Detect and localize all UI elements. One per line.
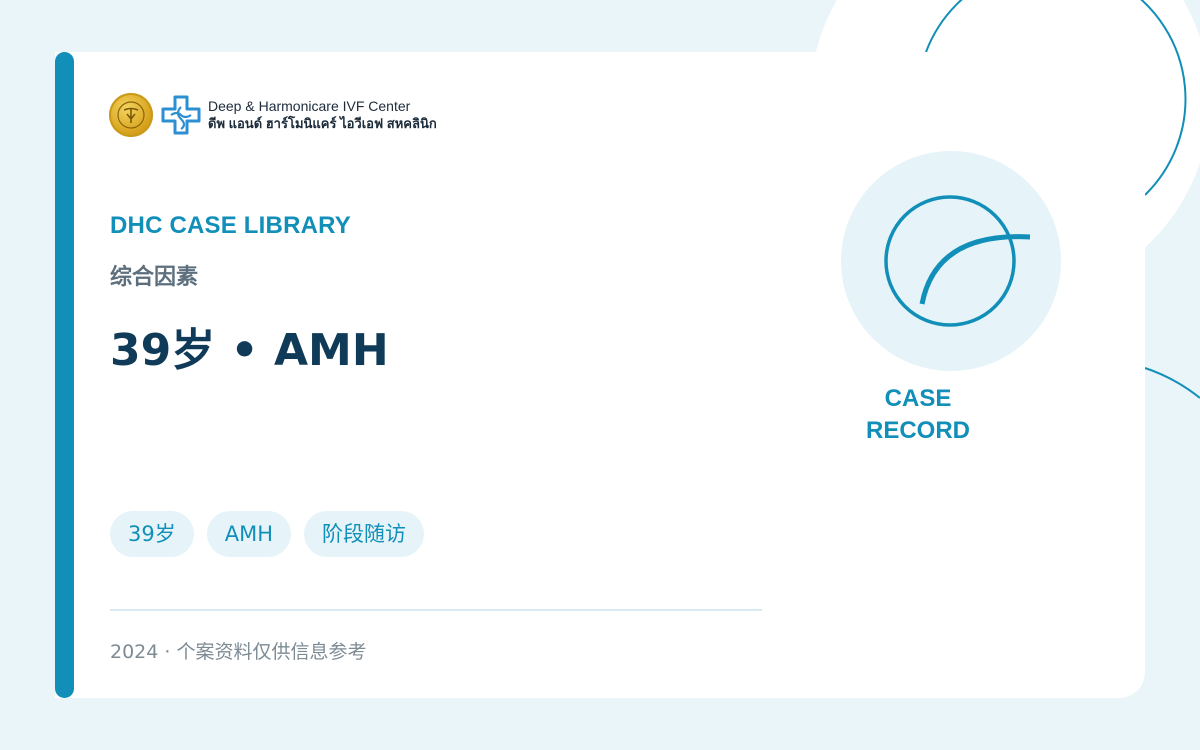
circle-arc-icon	[841, 151, 1061, 371]
gold-seal-icon	[109, 93, 153, 137]
badge-line-case: CASE	[884, 385, 952, 412]
library-label: DHC CASE LIBRARY	[110, 212, 351, 239]
footer-note: 2024 · 个案资料仅供信息参考	[110, 641, 367, 663]
case-record-badge: CASE RECORD	[866, 383, 970, 447]
tag-amh: AMH	[206, 511, 292, 557]
tag-age: 39岁	[110, 511, 194, 557]
brand-logo: Deep & Harmonicare IVF Center ดีพ แอนด์ …	[109, 93, 437, 137]
page-title: 39岁 • AMH	[110, 325, 389, 376]
brand-name-th: ดีพ แอนด์ ฮาร์โมนิแคร์ ไอวีเอฟ สหคลินิก	[208, 116, 437, 131]
factor-label: 综合因素	[110, 265, 199, 290]
brand-name-en: Deep & Harmonicare IVF Center	[208, 98, 411, 114]
tag-list: 39岁 AMH 阶段随访	[110, 511, 425, 557]
divider	[110, 609, 762, 611]
blue-cross-logo-icon	[161, 95, 201, 135]
tag-follow-up: 阶段随访	[304, 511, 425, 557]
badge-line-record: RECORD	[866, 417, 971, 444]
accent-bar	[55, 52, 74, 698]
